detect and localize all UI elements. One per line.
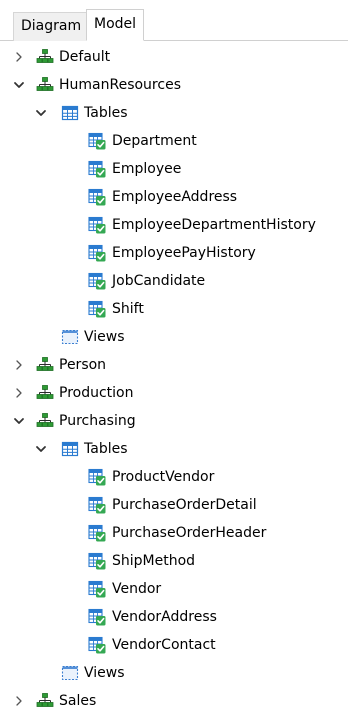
table-icon [88,160,106,178]
views-folder-icon [61,664,79,682]
schema-icon [36,692,54,710]
tree-row-table[interactable]: PurchaseOrderHeader [0,519,348,547]
chevron-down-icon[interactable] [13,78,25,92]
chevron-right-icon[interactable] [13,358,25,372]
tree-item-label: PurchaseOrderDetail [112,497,257,513]
table-icon [88,524,106,542]
tree-row-views[interactable]: Views [0,659,348,687]
tree-row-table[interactable]: Shift [0,295,348,323]
table-icon [88,244,106,262]
table-icon [88,300,106,318]
tab-model[interactable]: Model [86,9,145,41]
schema-icon [36,384,54,402]
tree-row-table[interactable]: EmployeeDepartmentHistory [0,211,348,239]
tree-item-label: Production [59,385,134,401]
tree-item-label: Person [59,357,107,373]
tree-item-label: Sales [59,693,97,709]
tree-item-label: JobCandidate [112,273,206,289]
tree-row-schema[interactable]: Sales [0,687,348,713]
tree-item-label: VendorAddress [112,609,217,625]
table-icon [88,608,106,626]
tree-item-label: PurchaseOrderHeader [112,525,267,541]
tree-item-label: HumanResources [59,77,181,93]
tree-row-table[interactable]: VendorContact [0,631,348,659]
tree-row-tables[interactable]: Tables [0,99,348,127]
tree-row-table[interactable]: PurchaseOrderDetail [0,491,348,519]
tree-row-schema[interactable]: HumanResources [0,71,348,99]
tree-row-schema[interactable]: Default [0,43,348,71]
tree-item-label: Views [84,665,125,681]
tree-item-label: Vendor [112,581,162,597]
tree-row-views[interactable]: Views [0,323,348,351]
schema-icon [36,48,54,66]
chevron-right-icon[interactable] [13,50,25,64]
schema-icon [36,76,54,94]
schema-icon [36,412,54,430]
tree-row-schema[interactable]: Production [0,379,348,407]
table-icon [88,636,106,654]
tree-row-table[interactable]: VendorAddress [0,603,348,631]
tree-item-label: ShipMethod [112,553,196,569]
schema-icon [36,356,54,374]
tables-folder-icon [61,104,79,122]
tree-row-table[interactable]: ProductVendor [0,463,348,491]
tree-row-table[interactable]: Employee [0,155,348,183]
views-folder-icon [61,328,79,346]
tree-item-label: ProductVendor [112,469,215,485]
table-icon [88,552,106,570]
tree-item-label: Shift [112,301,144,317]
tree-item-label: Views [84,329,125,345]
tree-row-table[interactable]: EmployeePayHistory [0,239,348,267]
tree-row-table[interactable]: ShipMethod [0,547,348,575]
tree-item-label: Default [59,49,111,65]
chevron-right-icon[interactable] [13,694,25,708]
tree-row-schema[interactable]: Person [0,351,348,379]
table-icon [88,580,106,598]
tree-item-label: Tables [84,441,128,457]
tree-item-label: Employee [112,161,182,177]
tree-row-table[interactable]: EmployeeAddress [0,183,348,211]
table-icon [88,216,106,234]
tree-row-table[interactable]: Vendor [0,575,348,603]
chevron-down-icon[interactable] [13,414,25,428]
tree-row-table[interactable]: Department [0,127,348,155]
chevron-down-icon[interactable] [35,106,47,120]
tree-item-label: EmployeeDepartmentHistory [112,217,316,233]
table-icon [88,132,106,150]
table-icon [88,272,106,290]
tree-row-schema[interactable]: Purchasing [0,407,348,435]
tree-item-label: Tables [84,105,128,121]
tree-item-label: Purchasing [59,413,136,429]
tree-row-table[interactable]: JobCandidate [0,267,348,295]
tree-item-label: EmployeePayHistory [112,245,256,261]
tree-item-label: Department [112,133,197,149]
table-icon [88,188,106,206]
chevron-down-icon[interactable] [35,442,47,456]
tab-bar: Diagram Model [0,0,348,41]
tree-item-label: VendorContact [112,637,216,653]
tree-item-label: EmployeeAddress [112,189,238,205]
model-explorer-panel: Diagram Model Default HumanResources Table… [0,0,348,713]
tab-diagram[interactable]: Diagram [13,12,90,41]
tables-folder-icon [61,440,79,458]
table-icon [88,468,106,486]
table-icon [88,496,106,514]
chevron-right-icon[interactable] [13,386,25,400]
tree-row-tables[interactable]: Tables [0,435,348,463]
